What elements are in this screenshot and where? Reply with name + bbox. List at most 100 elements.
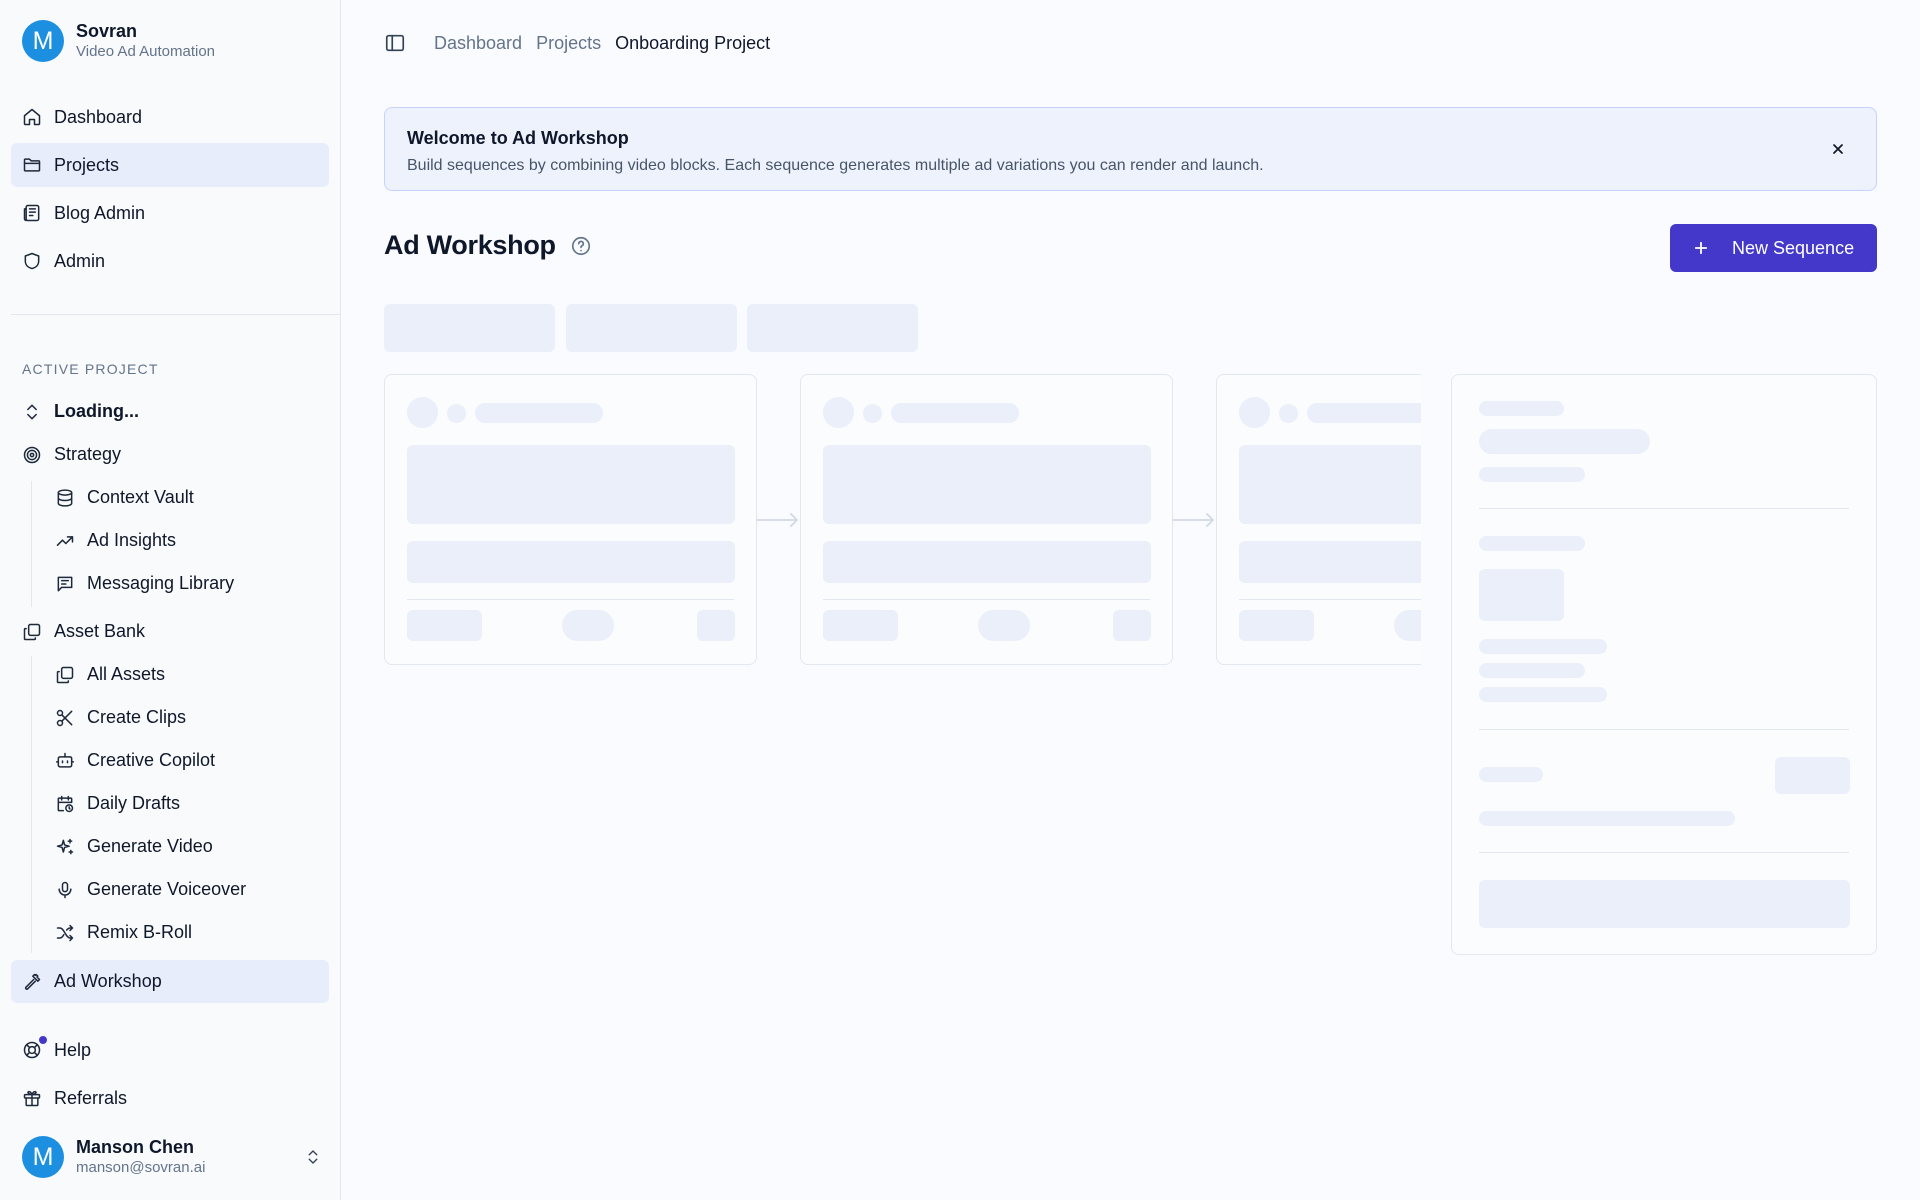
plus-icon xyxy=(1694,241,1708,255)
new-sequence-button[interactable]: New Sequence xyxy=(1670,224,1877,272)
calendar-clock-icon xyxy=(57,795,74,812)
nav-item-all-assets[interactable]: All Assets xyxy=(11,653,329,696)
nav-item-creative-copilot[interactable]: Creative Copilot xyxy=(11,739,329,782)
skeleton-dot xyxy=(1279,404,1298,423)
nav-item-admin[interactable]: Admin xyxy=(11,239,329,283)
skeleton-tab xyxy=(747,304,918,352)
newspaper-icon xyxy=(23,204,40,222)
page-title: Ad Workshop xyxy=(384,230,556,260)
skeleton-chip xyxy=(1239,610,1314,641)
nav-item-label: Blog Admin xyxy=(54,202,146,223)
chevrons-up-down-icon xyxy=(27,404,37,419)
page-header: Ad Workshop xyxy=(384,230,592,261)
nav-item-context-vault[interactable]: Context Vault xyxy=(11,476,329,519)
project-selector[interactable]: Loading... xyxy=(11,390,329,433)
skeleton-chip xyxy=(823,610,898,641)
arrow-right-icon xyxy=(756,513,798,527)
breadcrumb-current: Onboarding Project xyxy=(615,32,771,53)
new-sequence-label: New Sequence xyxy=(1732,237,1855,258)
nav-item-ad-insights[interactable]: Ad Insights xyxy=(11,519,329,562)
skeleton-line xyxy=(1479,536,1585,551)
trending-up-icon xyxy=(56,535,74,546)
topbar: Dashboard Projects Onboarding Project xyxy=(384,30,784,56)
help-circle-icon[interactable] xyxy=(570,235,592,257)
nav-item-label: Creative Copilot xyxy=(87,750,216,770)
nav-item-dashboard[interactable]: Dashboard xyxy=(11,95,329,139)
skeleton-circle xyxy=(1239,397,1270,428)
shield-icon xyxy=(24,252,40,270)
nav-item-messaging-library[interactable]: Messaging Library xyxy=(11,562,329,605)
arrow-right-icon xyxy=(1172,513,1214,527)
skeleton-button xyxy=(1479,880,1850,928)
skeleton-block xyxy=(823,445,1151,524)
breadcrumb-dashboard[interactable]: Dashboard xyxy=(434,33,522,54)
banner-description: Build sequences by combining video block… xyxy=(407,157,1264,174)
skeleton-line xyxy=(1479,687,1607,702)
nav-item-create-clips[interactable]: Create Clips xyxy=(11,696,329,739)
nav-item-label: Help xyxy=(54,1039,92,1060)
nav-item-label: Dashboard xyxy=(54,106,143,127)
bottom-nav: Help Referrals xyxy=(11,1028,329,1124)
skeleton-line xyxy=(891,403,1019,423)
banner-title: Welcome to Ad Workshop xyxy=(407,128,629,148)
notification-dot xyxy=(38,1035,48,1045)
skeleton-chip xyxy=(978,610,1030,641)
sidebar-toggle-icon[interactable] xyxy=(384,32,406,54)
nav-item-daily-drafts[interactable]: Daily Drafts xyxy=(11,782,329,825)
target-icon xyxy=(23,446,41,463)
skeleton-chip xyxy=(697,610,735,641)
close-icon[interactable] xyxy=(1830,141,1846,157)
nav-item-generate-voiceover[interactable]: Generate Voiceover xyxy=(11,868,329,911)
user-menu[interactable]: M Manson Chen manson@sovran.ai xyxy=(22,1136,322,1178)
card-divider xyxy=(823,599,1150,600)
card-divider xyxy=(1239,599,1421,600)
nav-item-label: Strategy xyxy=(54,444,122,464)
nav-item-label: Ad Workshop xyxy=(54,971,162,991)
gift-icon xyxy=(23,1090,41,1107)
nav-item-ad-workshop[interactable]: Ad Workshop xyxy=(11,960,329,1003)
nav-item-blog-admin[interactable]: Blog Admin xyxy=(11,191,329,235)
user-avatar: M xyxy=(22,1136,64,1178)
message-square-icon xyxy=(57,576,73,591)
bot-icon xyxy=(55,752,75,768)
skeleton-chip xyxy=(1113,610,1151,641)
database-icon xyxy=(57,488,73,507)
skeleton-line xyxy=(1479,767,1543,782)
chevrons-up-down-icon xyxy=(308,1150,318,1164)
nav-item-strategy[interactable]: Strategy xyxy=(11,433,329,476)
skeleton-line xyxy=(1479,467,1585,482)
user-name: Manson Chen xyxy=(76,1137,195,1157)
skeleton-card xyxy=(384,374,757,665)
nav-item-referrals[interactable]: Referrals xyxy=(11,1076,329,1120)
panel-divider xyxy=(1479,852,1849,853)
main-nav: Dashboard Projects Blog Admin Admin xyxy=(11,95,329,287)
nav-item-help[interactable]: Help xyxy=(11,1028,329,1072)
breadcrumb-projects[interactable]: Projects xyxy=(536,33,601,54)
sidebar: M Sovran Video Ad Automation Dashboard P… xyxy=(0,0,341,1200)
nav-item-label: Referrals xyxy=(54,1087,128,1108)
nav-item-asset-bank[interactable]: Asset Bank xyxy=(11,610,329,653)
skeleton-dot xyxy=(447,404,466,423)
nav-item-projects[interactable]: Projects xyxy=(11,143,329,187)
brand[interactable]: M Sovran Video Ad Automation xyxy=(22,20,215,62)
skeleton-chip xyxy=(1394,610,1421,641)
skeleton-block xyxy=(1239,541,1421,583)
nav-item-label: Generate Voiceover xyxy=(87,879,247,899)
nav-item-generate-video[interactable]: Generate Video xyxy=(11,825,329,868)
scissors-icon xyxy=(56,709,73,726)
skeleton-block xyxy=(1239,445,1421,524)
card-viewport xyxy=(1216,372,1421,668)
nav-item-remix-b-roll[interactable]: Remix B-Roll xyxy=(11,911,329,954)
skeleton-block xyxy=(823,541,1151,583)
skeleton-chip xyxy=(562,610,614,641)
panel-divider xyxy=(1479,508,1849,509)
hammer-icon xyxy=(24,973,41,990)
brand-subtitle: Video Ad Automation xyxy=(76,43,215,60)
project-selector-label: Loading... xyxy=(54,401,139,421)
nav-item-label: Remix B-Roll xyxy=(87,922,193,942)
home-icon xyxy=(23,108,41,126)
panel-divider xyxy=(1479,729,1849,730)
nav-item-label: Messaging Library xyxy=(87,573,235,593)
brand-avatar: M xyxy=(22,20,64,62)
skeleton-detail-panel xyxy=(1451,374,1877,955)
